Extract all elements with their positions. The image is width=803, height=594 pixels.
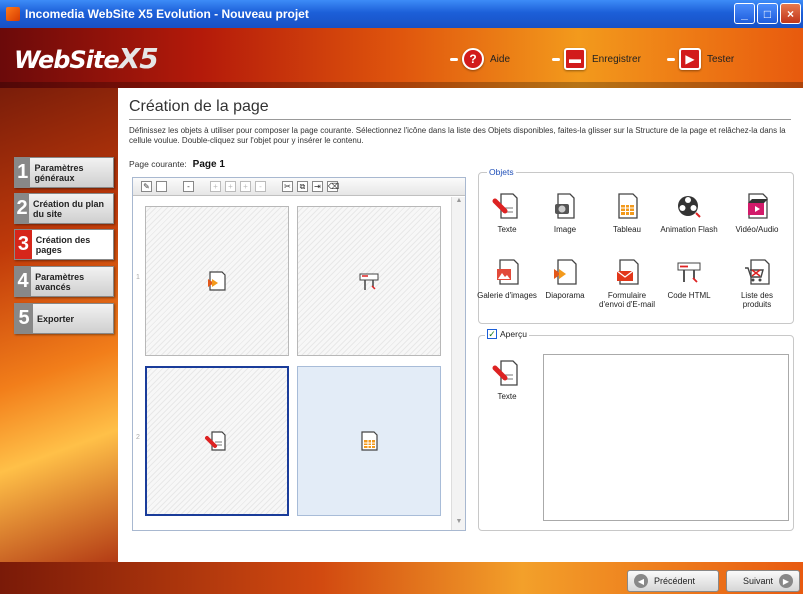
header: WebSiteX5 ? Aide ▬ Enregistrer ▶ Tester xyxy=(0,28,803,88)
split-icon[interactable]: + xyxy=(210,181,221,192)
object-code-html[interactable]: Code HTML xyxy=(659,257,719,300)
insert-col-icon[interactable]: + xyxy=(240,181,251,192)
grid-cell[interactable] xyxy=(297,366,441,516)
email-form-icon xyxy=(611,257,643,287)
current-page: Page courante: Page 1 xyxy=(129,159,225,170)
back-arrow-icon: ◀ xyxy=(634,574,648,588)
slideshow-icon xyxy=(549,257,581,287)
logo: WebSiteX5 xyxy=(14,42,159,75)
window-title: Incomedia WebSite X5 Evolution - Nouveau… xyxy=(25,7,309,21)
preview-checkbox[interactable]: ✓ Aperçu xyxy=(485,329,529,339)
table-icon xyxy=(356,428,382,454)
object-diaporama[interactable]: Diaporama xyxy=(535,257,595,300)
preview-object: Texte xyxy=(477,358,537,401)
sidebar-item-plan-du-site[interactable]: 2 Création du plan du site xyxy=(14,193,114,224)
object-texte[interactable]: Texte xyxy=(477,191,537,234)
preview-box xyxy=(543,354,789,521)
previous-button[interactable]: ◀ Précédent xyxy=(627,570,719,592)
title-bar: Incomedia WebSite X5 Evolution - Nouveau… xyxy=(0,0,803,28)
table-icon xyxy=(611,191,643,221)
checkbox-checked-icon[interactable]: ✓ xyxy=(487,329,497,339)
video-audio-icon xyxy=(741,191,773,221)
edit-cell-icon[interactable]: ✎ xyxy=(141,181,152,192)
structure-scrollbar[interactable]: ▲ ▼ xyxy=(451,197,465,530)
product-list-icon xyxy=(741,257,773,287)
object-galerie-images[interactable]: Galerie d'images xyxy=(477,257,537,300)
next-button[interactable]: Suivant ▶ xyxy=(726,570,800,592)
save-icon: ▬ xyxy=(564,48,586,70)
flash-icon xyxy=(673,191,705,221)
maximize-button[interactable]: □ xyxy=(757,3,778,24)
object-tableau[interactable]: Tableau xyxy=(597,191,657,234)
text-icon xyxy=(491,358,523,388)
test-button[interactable]: ▶ Tester xyxy=(667,48,734,70)
html-code-icon xyxy=(356,268,382,294)
app-icon xyxy=(6,7,20,21)
slideshow-icon xyxy=(204,268,230,294)
sidebar-item-exporter[interactable]: 5 Exporter xyxy=(14,303,114,334)
objects-group-label: Objets xyxy=(487,167,516,177)
grid-cell[interactable] xyxy=(145,206,289,356)
main-panel: Création de la page Définissez les objet… xyxy=(118,88,803,562)
delete-icon[interactable]: - xyxy=(255,181,266,192)
row-number: 1 xyxy=(136,274,140,281)
cell-icon[interactable] xyxy=(156,181,167,192)
clear-icon[interactable]: ⌫ xyxy=(327,181,339,192)
grid-cell-selected[interactable] xyxy=(145,366,289,516)
save-button[interactable]: ▬ Enregistrer xyxy=(552,48,641,70)
minimize-button[interactable]: _ xyxy=(734,3,755,24)
sidebar-item-creation-des-pages[interactable]: 3 Création des pages xyxy=(14,229,114,260)
structure-toolbar: ✎ - + + + - ✂ ⧉ ⇥ ⌫ xyxy=(133,178,465,196)
help-icon: ? xyxy=(462,48,484,70)
image-icon xyxy=(549,191,581,221)
cut-icon[interactable]: ✂ xyxy=(282,181,293,192)
close-button[interactable]: × xyxy=(780,3,801,24)
object-image[interactable]: Image xyxy=(535,191,595,234)
text-icon xyxy=(204,428,230,454)
merge-icon[interactable]: - xyxy=(183,181,194,192)
gallery-icon xyxy=(491,257,523,287)
html-code-icon xyxy=(673,257,705,287)
title-divider xyxy=(129,119,791,120)
page-structure-panel: ✎ - + + + - ✂ ⧉ ⇥ ⌫ 1 2 ▲ ▼ xyxy=(132,177,466,531)
page-structure-grid xyxy=(145,206,445,518)
sidebar-item-parametres-generaux[interactable]: 1 Paramètres généraux xyxy=(14,157,114,188)
page-title: Création de la page xyxy=(129,98,269,115)
sidebar-item-parametres-avances[interactable]: 4 Paramètres avancés xyxy=(14,266,114,297)
object-liste-produits[interactable]: Liste des produits xyxy=(727,257,787,309)
paste-icon[interactable]: ⇥ xyxy=(312,181,323,192)
page-description: Définissez les objets à utiliser pour co… xyxy=(129,126,786,145)
test-icon: ▶ xyxy=(679,48,701,70)
grid-cell[interactable] xyxy=(297,206,441,356)
objects-panel: Objets Texte Image Tableau Animation Fla… xyxy=(477,167,794,324)
text-icon xyxy=(491,191,523,221)
object-animation-flash[interactable]: Animation Flash xyxy=(659,191,719,234)
row-number: 2 xyxy=(136,434,140,441)
insert-row-icon[interactable]: + xyxy=(225,181,236,192)
preview-panel: ✓ Aperçu Texte xyxy=(477,329,794,531)
help-button[interactable]: ? Aide xyxy=(450,48,510,70)
object-video-audio[interactable]: Vidéo/Audio xyxy=(727,191,787,234)
copy-icon[interactable]: ⧉ xyxy=(297,181,308,192)
forward-arrow-icon: ▶ xyxy=(779,574,793,588)
object-formulaire-email[interactable]: Formulaire d'envoi d'E-mail xyxy=(597,257,657,309)
